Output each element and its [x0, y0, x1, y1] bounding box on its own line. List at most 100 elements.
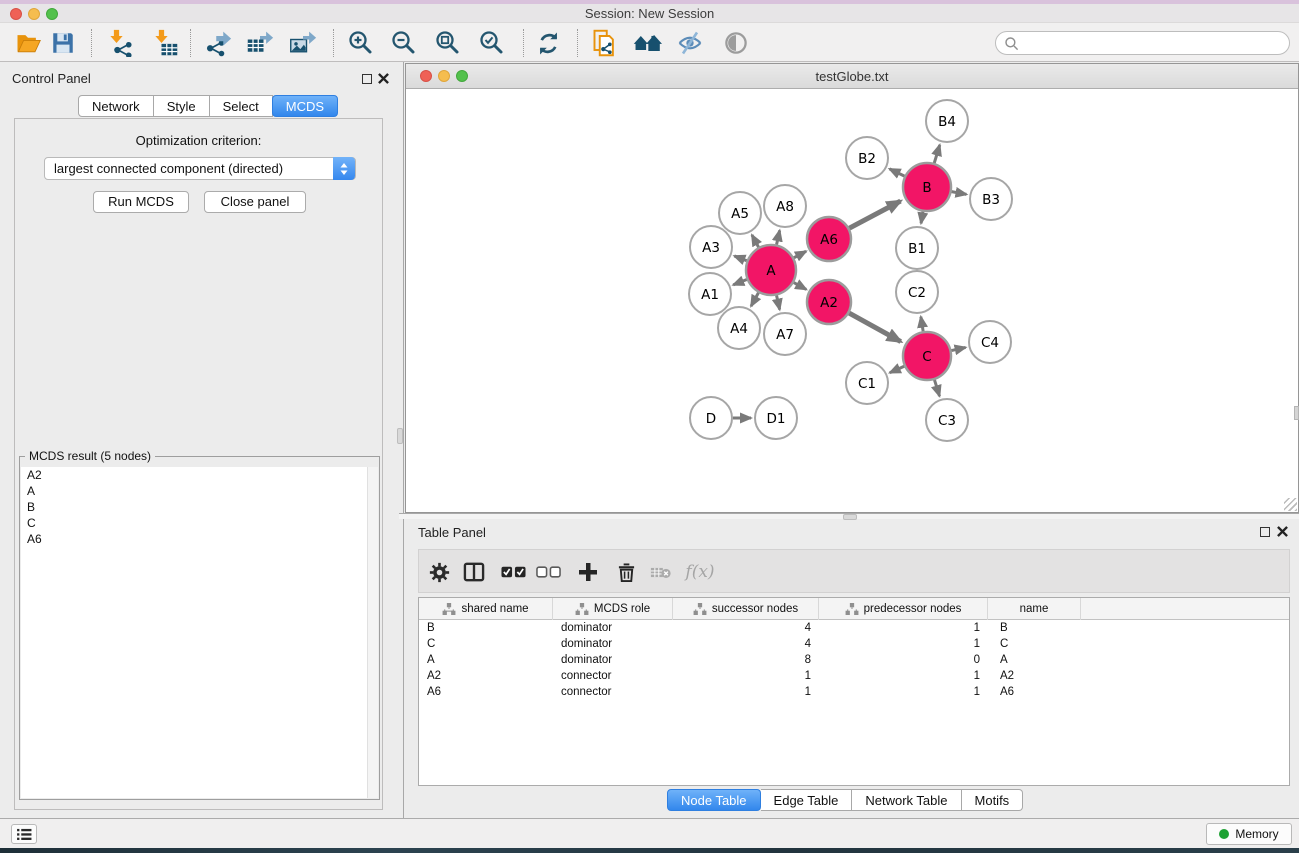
mcds-result-item[interactable]: B	[21, 499, 378, 515]
mcds-result-item[interactable]: A2	[21, 467, 378, 483]
graph-node-label: C4	[981, 335, 999, 351]
zoom-out-button[interactable]	[387, 26, 421, 60]
column-header-name[interactable]: name	[988, 598, 1081, 620]
import-network-button[interactable]	[103, 26, 137, 60]
table-cell: A6	[988, 684, 1081, 700]
table-cell: 1	[819, 620, 988, 636]
mcds-result-item[interactable]: A	[21, 483, 378, 499]
tab-edge-table[interactable]: Edge Table	[761, 789, 853, 811]
tab-mcds[interactable]: MCDS	[272, 95, 338, 117]
control-panel-close-button[interactable]	[377, 72, 390, 85]
table-cell: A	[988, 652, 1081, 668]
optimization-select[interactable]: largest connected component (directed)	[44, 157, 356, 180]
graph-node-label: A4	[730, 321, 748, 337]
open-session-button[interactable]	[11, 26, 45, 60]
tab-network[interactable]: Network	[78, 95, 154, 117]
graph-edge-A-A5[interactable]	[752, 235, 759, 247]
graph-edge-A2-C[interactable]	[849, 313, 901, 341]
graph-edge-C-C2[interactable]	[921, 317, 923, 332]
run-mcds-button[interactable]: Run MCDS	[93, 191, 189, 213]
window-edge-grip[interactable]	[1294, 406, 1299, 420]
panel-splitter-horizontal[interactable]	[399, 513, 1299, 519]
graph-edge-A-A1[interactable]	[733, 280, 747, 285]
memory-button[interactable]: Memory	[1206, 823, 1292, 845]
select-all-button[interactable]	[498, 557, 528, 587]
table-row[interactable]: A6connector11A6	[419, 684, 1289, 700]
create-column-button[interactable]	[573, 557, 603, 587]
control-panel-float-button[interactable]	[360, 72, 373, 85]
task-history-button[interactable]	[11, 824, 37, 844]
splitter-grip[interactable]	[843, 514, 857, 520]
save-session-button[interactable]	[46, 26, 80, 60]
graph-edge-B-B4[interactable]	[934, 145, 939, 163]
mcds-result-list[interactable]: A2ABCA6	[21, 467, 378, 798]
search-field[interactable]	[995, 31, 1290, 55]
tab-motifs[interactable]: Motifs	[962, 789, 1024, 811]
network-window-titlebar[interactable]: testGlobe.txt	[406, 64, 1298, 89]
node-table-header: shared name MCDS role successor	[419, 598, 1289, 620]
tab-network-table[interactable]: Network Table	[852, 789, 961, 811]
zoom-in-button[interactable]	[344, 26, 378, 60]
graph-node-label: D	[706, 411, 716, 427]
close-icon	[378, 73, 389, 84]
show-columns-button[interactable]	[459, 557, 489, 587]
scrollbar-track[interactable]	[367, 467, 378, 798]
window-resize-handle[interactable]	[1284, 498, 1297, 511]
graph-edge-C-C3[interactable]	[934, 380, 939, 396]
column-header-successor-nodes[interactable]: successor nodes	[673, 598, 819, 620]
show-graphics-button[interactable]	[719, 26, 753, 60]
network-canvas[interactable]: B4B2BB3A5A8A6A3B1AC2A1A2A4A7C4CC1DD1C3	[406, 89, 1298, 512]
memory-label: Memory	[1235, 827, 1278, 841]
tab-style[interactable]: Style	[154, 95, 210, 117]
search-input[interactable]	[1024, 34, 1282, 52]
graph-edge-A-A4[interactable]	[751, 293, 758, 306]
table-row[interactable]: Bdominator41B	[419, 620, 1289, 636]
import-table-button[interactable]	[148, 26, 182, 60]
graph-edge-A-A6[interactable]	[794, 251, 806, 257]
mcds-result-item[interactable]: A6	[21, 531, 378, 547]
graph-edge-A-A2[interactable]	[794, 283, 806, 290]
column-header-mcds-role[interactable]: MCDS role	[553, 598, 673, 620]
delete-column-button[interactable]	[611, 557, 641, 587]
clone-network-button[interactable]	[588, 26, 622, 60]
graph-node-label: A3	[702, 240, 720, 256]
graph-edge-C-C1[interactable]	[890, 366, 904, 372]
graph-edge-B-B2[interactable]	[890, 169, 905, 176]
close-panel-button[interactable]: Close panel	[204, 191, 306, 213]
table-settings-button[interactable]	[424, 557, 454, 587]
export-table-button[interactable]	[243, 26, 277, 60]
graph-edge-A6-B[interactable]	[849, 201, 900, 228]
graph-edge-B-B1[interactable]	[921, 212, 923, 224]
toolbar-separator	[91, 29, 92, 57]
function-builder-button[interactable]: f(x)	[685, 557, 715, 587]
toolbar-separator	[523, 29, 524, 57]
delete-table-button[interactable]	[646, 557, 676, 587]
table-panel-close-button[interactable]	[1276, 525, 1289, 538]
table-row[interactable]: Cdominator41C	[419, 636, 1289, 652]
column-header-predecessor-nodes[interactable]: predecessor nodes	[819, 598, 988, 620]
hide-graphics-button[interactable]	[673, 26, 707, 60]
export-network-button[interactable]	[201, 26, 235, 60]
tab-node-table[interactable]: Node Table	[667, 789, 761, 811]
zoom-fit-button[interactable]	[431, 26, 465, 60]
splitter-grip[interactable]	[397, 428, 403, 444]
graph-edge-C-C4[interactable]	[951, 347, 965, 350]
column-header-shared-name[interactable]: shared name	[419, 598, 553, 620]
graph-edge-A-A8[interactable]	[777, 230, 780, 244]
home-button[interactable]	[630, 26, 664, 60]
graph-edge-A-A7[interactable]	[777, 295, 780, 309]
table-row[interactable]: Adominator80A	[419, 652, 1289, 668]
deselect-all-button[interactable]	[533, 557, 563, 587]
zoom-selected-button[interactable]	[475, 26, 509, 60]
table-panel-float-button[interactable]	[1258, 525, 1271, 538]
graph-node-label: A2	[820, 295, 838, 311]
graph-edge-A-A3[interactable]	[734, 256, 746, 261]
graph-edge-B-B3[interactable]	[952, 192, 967, 195]
mcds-result-item[interactable]: C	[21, 515, 378, 531]
refresh-button[interactable]	[531, 26, 565, 60]
column-header-filler	[1081, 598, 1289, 620]
table-row[interactable]: A2connector11A2	[419, 668, 1289, 684]
tab-select[interactable]: Select	[210, 95, 273, 117]
export-image-button[interactable]	[286, 26, 320, 60]
panel-splitter-vertical[interactable]	[396, 62, 404, 818]
